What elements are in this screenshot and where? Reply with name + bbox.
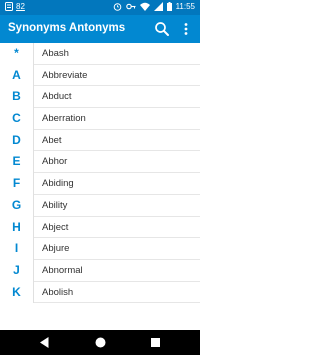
index-letter[interactable]: G <box>0 195 33 217</box>
recents-icon[interactable] <box>147 334 164 351</box>
index-letter[interactable]: D <box>0 130 33 152</box>
word-list-item[interactable]: Abiding <box>34 173 200 195</box>
more-vert-icon[interactable] <box>180 20 192 38</box>
status-bar: 82 11:55 <box>0 0 200 15</box>
word-list-item[interactable]: Abject <box>34 217 200 239</box>
status-time: 11:55 <box>175 2 195 11</box>
home-icon[interactable] <box>92 334 109 351</box>
word-list-item[interactable]: Aberration <box>34 108 200 130</box>
battery-icon <box>166 2 172 11</box>
index-letter[interactable]: F <box>0 173 33 195</box>
word-list-item[interactable]: Abolish <box>34 282 200 303</box>
key-icon <box>125 2 136 11</box>
index-letter[interactable]: C <box>0 108 33 130</box>
app-title: Synonyms Antonyms <box>8 22 126 34</box>
index-letter[interactable]: E <box>0 151 33 173</box>
alarm-icon <box>113 2 122 11</box>
index-letter[interactable]: B <box>0 86 33 108</box>
notification-icon <box>5 2 13 11</box>
app-bar: Synonyms Antonyms <box>0 15 200 43</box>
word-list-item[interactable]: Abjure <box>34 238 200 260</box>
index-letter[interactable]: J <box>0 260 33 282</box>
notification-count: 82 <box>16 2 25 11</box>
wifi-icon <box>139 2 150 11</box>
search-icon[interactable] <box>153 20 171 38</box>
word-list-item[interactable]: Abash <box>34 43 200 65</box>
index-letter[interactable]: * <box>0 43 33 65</box>
index-letter[interactable]: H <box>0 217 33 239</box>
word-list-item[interactable]: Ability <box>34 195 200 217</box>
word-list: Abash Abbreviate Abduct Aberration Abet … <box>34 43 200 303</box>
word-list-item[interactable]: Abhor <box>34 151 200 174</box>
word-list-item[interactable]: Abbreviate <box>34 65 200 87</box>
word-list-item[interactable]: Abet <box>34 130 200 152</box>
word-list-item[interactable]: Abduct <box>34 86 200 109</box>
word-list-item[interactable]: Abnormal <box>34 260 200 282</box>
alphabet-index: * A B C D E F G H I J K <box>0 43 34 303</box>
signal-icon <box>153 2 163 11</box>
back-icon[interactable] <box>36 334 53 351</box>
index-letter[interactable]: I <box>0 238 33 260</box>
index-letter[interactable]: A <box>0 65 33 87</box>
navigation-bar <box>0 330 200 355</box>
index-letter[interactable]: K <box>0 282 33 304</box>
